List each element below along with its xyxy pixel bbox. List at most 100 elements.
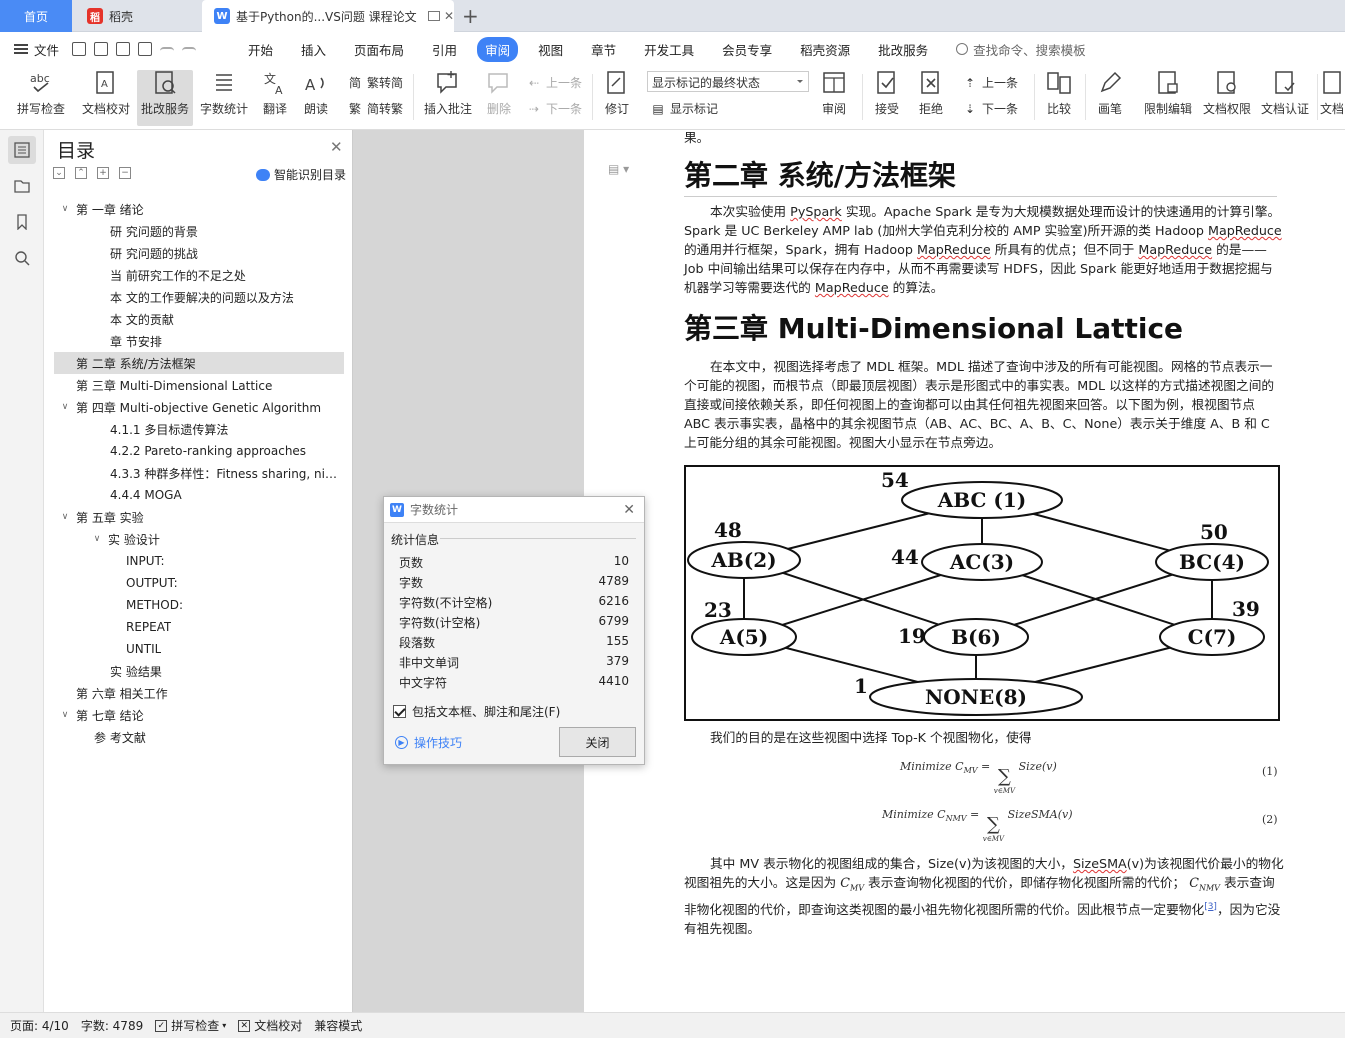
toc-item[interactable]: 4.3.3 种群多样性：Fitness sharing, niche count…	[54, 462, 344, 484]
command-search[interactable]: 查找命令、搜索模板	[956, 40, 1086, 59]
menu-tab[interactable]: 视图	[538, 40, 563, 59]
simp-to-trad-button[interactable]: 繁简转繁	[347, 100, 403, 117]
print-icon[interactable]	[116, 42, 130, 56]
print-preview-icon[interactable]	[138, 42, 152, 56]
page-options-icon[interactable]: ▤ ▾	[608, 162, 629, 176]
menu-tab[interactable]: 会员专享	[722, 40, 772, 59]
chapter-nav-icon[interactable]	[8, 172, 36, 200]
toc-item[interactable]: REPEAT	[54, 616, 344, 638]
save-icon[interactable]	[72, 42, 86, 56]
toc-item[interactable]: 4.4.4 MOGA	[54, 484, 344, 506]
restrict-editing-button[interactable]: 限制编辑	[1140, 70, 1196, 124]
toc-item[interactable]: 第 二章 系统/方法框架	[54, 352, 344, 374]
toc-item[interactable]: 4.1.1 多目标遗传算法	[54, 418, 344, 440]
reject-button[interactable]: 拒绝	[912, 70, 950, 124]
trad-to-simp-button[interactable]: 简繁转简	[347, 74, 403, 91]
menu-tab[interactable]: 审阅	[477, 36, 519, 62]
plus-icon[interactable]: +	[97, 167, 109, 179]
toc-item[interactable]: 本 文的工作要解决的问题以及方法	[54, 286, 344, 308]
close-dialog-button[interactable]: 关闭	[559, 727, 636, 757]
close-icon[interactable]: ✕	[330, 138, 343, 156]
toc-item[interactable]: 参 考文献	[54, 726, 344, 748]
bookmark-icon[interactable]	[8, 208, 36, 236]
close-icon[interactable]: ✕	[623, 502, 635, 518]
file-menu[interactable]: 文件	[0, 40, 72, 59]
proofread-button[interactable]: A 文档校对	[78, 70, 134, 124]
citation-link[interactable]: [3]	[1204, 902, 1217, 912]
menu-tab[interactable]: 开始	[248, 40, 273, 59]
menu-tab[interactable]: 插入	[301, 40, 326, 59]
proofread-status[interactable]: ✕ 文档校对	[238, 1017, 302, 1034]
spell-check-status[interactable]: ✓ 拼写检查 ▾	[155, 1017, 226, 1034]
compare-button[interactable]: 比较	[1040, 70, 1078, 124]
prev-change-button[interactable]: ⇡ 上一条	[962, 74, 1018, 91]
menu-tab[interactable]: 批改服务	[878, 40, 928, 59]
toc-item[interactable]: 第 六章 相关工作	[54, 682, 344, 704]
show-markup-button[interactable]: ▤ 显示标记	[650, 100, 718, 117]
chevron-down-icon[interactable]: ∨	[58, 204, 72, 214]
toc-item[interactable]: UNTIL	[54, 638, 344, 660]
toc-item[interactable]: 实 验结果	[54, 660, 344, 682]
next-change-button[interactable]: ⇣ 下一条	[962, 100, 1018, 117]
toc-item[interactable]: ∨ 第 五章 实验	[54, 506, 344, 528]
delete-comment-button[interactable]: 删除	[480, 70, 518, 124]
undo-icon[interactable]	[160, 47, 174, 51]
translate-button[interactable]: 文A 翻译	[256, 70, 294, 124]
review-pane-button[interactable]: 审阅	[815, 70, 853, 124]
track-changes-button[interactable]: 修订	[598, 70, 636, 124]
spell-check-button[interactable]: abc 拼写检查	[10, 70, 72, 124]
smart-toc-button[interactable]: 智能识别目录	[255, 166, 346, 183]
page-indicator[interactable]: 页面: 4/10	[10, 1017, 69, 1034]
toc-item[interactable]: 章 节安排	[54, 330, 344, 352]
toc-item[interactable]: ∨ 第 一章 绪论	[54, 198, 344, 220]
prev-comment-button[interactable]: ⇠ 上一条	[526, 74, 582, 91]
doc-certify-button[interactable]: 文档认证	[1257, 70, 1313, 124]
review-service-button[interactable]: 批改服务	[137, 70, 193, 126]
accept-button[interactable]: 接受	[868, 70, 906, 124]
insert-comment-button[interactable]: 插入批注	[420, 70, 476, 124]
word-count-indicator[interactable]: 字数: 4789	[81, 1017, 143, 1034]
menu-tab[interactable]: 页面布局	[354, 40, 404, 59]
toc-item[interactable]: OUTPUT:	[54, 572, 344, 594]
chevron-up-icon[interactable]: ⌃	[75, 167, 87, 179]
word-count-button[interactable]: 字数统计	[196, 70, 252, 124]
redo-icon[interactable]	[182, 47, 196, 51]
close-icon[interactable]: ✕	[444, 9, 454, 23]
menu-tab[interactable]: 稻壳资源	[800, 40, 850, 59]
tab-document[interactable]: W 基于Python的...VS问题 课程论文 ✕	[202, 0, 454, 32]
tab-daoke[interactable]: 稻 稻壳	[73, 0, 199, 32]
include-textbox-checkbox[interactable]: 包括文本框、脚注和尾注(F)	[393, 703, 560, 720]
toc-item[interactable]: ∨ 第 七章 结论	[54, 704, 344, 726]
tab-home[interactable]: 首页	[0, 0, 72, 32]
toc-item[interactable]: 4.2.2 Pareto-ranking approaches	[54, 440, 344, 462]
toc-item[interactable]: 第 三章 Multi-Dimensional Lattice	[54, 374, 344, 396]
toc-nav-icon[interactable]	[8, 136, 36, 164]
toc-item[interactable]: 研 究问题的背景	[54, 220, 344, 242]
new-tab-button[interactable]: +	[462, 4, 479, 28]
toc-item[interactable]: INPUT:	[54, 550, 344, 572]
next-comment-button[interactable]: ⇢ 下一条	[526, 100, 582, 117]
toc-item[interactable]: ∨ 第 四章 Multi-objective Genetic Algorithm	[54, 396, 344, 418]
chevron-down-icon[interactable]: ∨	[58, 710, 72, 720]
doc-permission-button[interactable]: 文档权限	[1199, 70, 1255, 124]
tips-link[interactable]: ▶ 操作技巧	[395, 734, 462, 751]
menu-tab[interactable]: 章节	[591, 40, 616, 59]
chevron-down-icon[interactable]: ∨	[58, 512, 72, 522]
toc-item[interactable]: METHOD:	[54, 594, 344, 616]
more-doc-button[interactable]: 文档	[1320, 70, 1345, 124]
pen-button[interactable]: 画笔	[1092, 70, 1128, 124]
chevron-down-icon[interactable]: ∨	[90, 534, 104, 544]
export-icon[interactable]	[94, 42, 108, 56]
toc-item[interactable]: 本 文的贡献	[54, 308, 344, 330]
toc-item[interactable]: 当 前研究工作的不足之处	[54, 264, 344, 286]
menu-tab[interactable]: 引用	[432, 40, 457, 59]
markup-state-select[interactable]: 显示标记的最终状态	[647, 71, 809, 92]
chevron-down-icon[interactable]: ⌄	[53, 167, 65, 179]
chevron-down-icon[interactable]: ∨	[58, 402, 72, 412]
search-icon[interactable]	[8, 244, 36, 272]
read-aloud-button[interactable]: A 朗读	[298, 70, 334, 124]
minus-icon[interactable]: −	[119, 167, 131, 179]
toc-item[interactable]: ∨ 实 验设计	[54, 528, 344, 550]
menu-tab[interactable]: 开发工具	[644, 40, 694, 59]
toc-item[interactable]: 研 究问题的挑战	[54, 242, 344, 264]
